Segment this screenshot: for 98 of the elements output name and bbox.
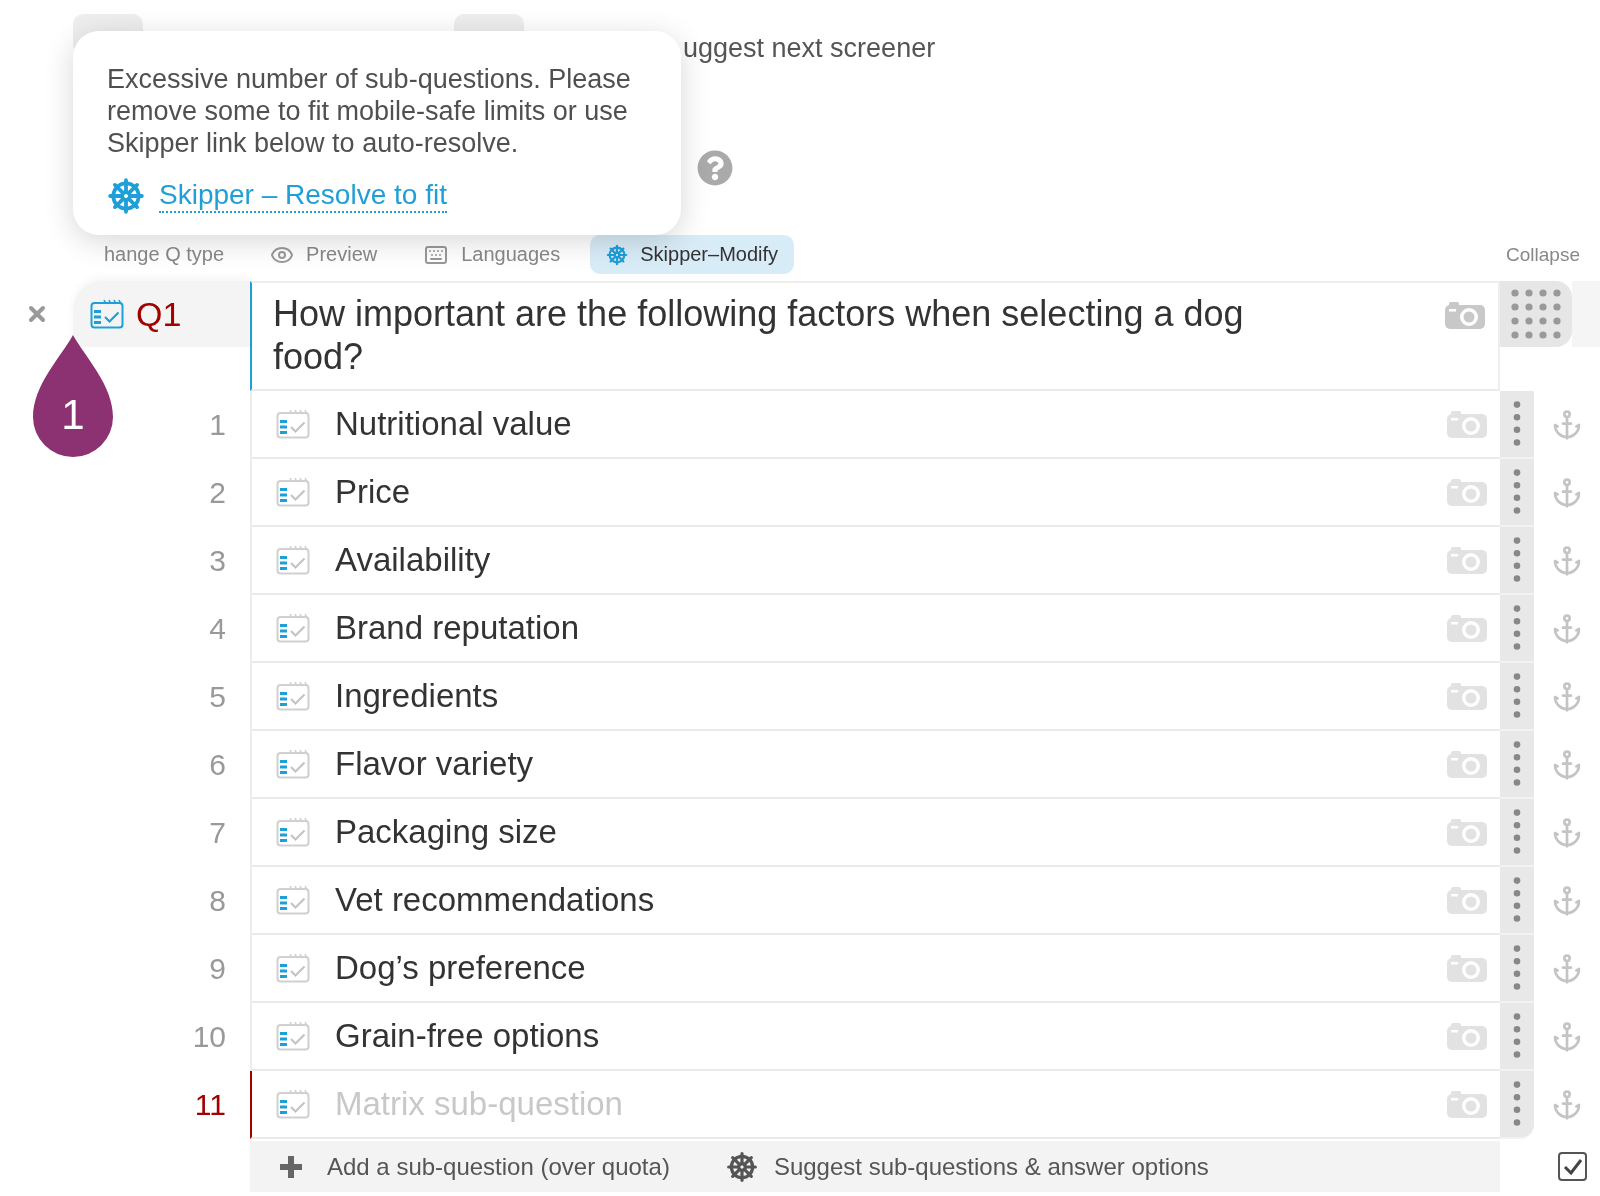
add-sub-question-button[interactable]: Add a sub-question (over quota) [280, 1152, 670, 1181]
anchor-icon[interactable] [1551, 409, 1583, 441]
anchor-icon[interactable] [1551, 817, 1583, 849]
anchor-icon[interactable] [1551, 477, 1583, 509]
drag-handle[interactable] [1500, 935, 1534, 1003]
matrix-row-icon [276, 477, 310, 507]
drag-handle[interactable] [1500, 799, 1534, 867]
sub-question-text: Price [335, 473, 411, 511]
sub-question-row[interactable]: Dog’s preference [250, 935, 1500, 1003]
row-number: 5 [209, 680, 226, 714]
row-number: 9 [209, 952, 226, 986]
toolbar-tab[interactable]: Languages [407, 235, 577, 274]
question-number: Q1 [136, 294, 182, 334]
sub-question-row[interactable]: Price [250, 459, 1500, 527]
drop-badge: 1 [33, 335, 113, 457]
question-text: How important are the following factors when selecting a dog food? [273, 292, 1245, 378]
drag-handle[interactable] [1500, 595, 1534, 663]
drag-handle[interactable] [1500, 731, 1534, 799]
anchor-icon[interactable] [1551, 681, 1583, 713]
help-icon[interactable] [697, 150, 733, 186]
anchor-icon[interactable] [1551, 953, 1583, 985]
sub-question-text: Nutritional value [335, 405, 572, 443]
matrix-row-icon [276, 545, 310, 575]
drag-handle[interactable] [1500, 391, 1534, 459]
drag-handle[interactable] [1500, 1071, 1534, 1139]
row-number: 2 [209, 476, 226, 510]
anchor-icon[interactable] [1551, 749, 1583, 781]
toolbar-tab[interactable]: Preview [254, 235, 394, 274]
sub-question-row[interactable]: Packaging size [250, 799, 1500, 867]
row-number: 10 [192, 1020, 226, 1054]
checkmark-icon [1562, 1157, 1583, 1176]
sub-question-row[interactable]: Vet recommendations [250, 867, 1500, 935]
sub-question-row[interactable]: Ingredients [250, 663, 1500, 731]
row-number: 6 [209, 748, 226, 782]
toolbar-tab[interactable]: hange Q type [88, 235, 241, 274]
camera-icon[interactable] [1445, 302, 1485, 329]
matrix-row-icon [276, 1021, 310, 1051]
sub-question-text: Packaging size [335, 813, 557, 851]
sub-question-text: Availability [335, 541, 491, 579]
row-number: 1 [209, 408, 226, 442]
camera-icon[interactable] [1447, 546, 1487, 574]
tooltip-message: Excessive number of sub-questions. Please remove some to fit mobile-safe limits or use Skipper link below to auto-resolve. [107, 63, 632, 159]
row-number: 3 [209, 544, 226, 578]
camera-icon[interactable] [1447, 886, 1487, 914]
camera-icon[interactable] [1447, 682, 1487, 710]
anchor-icon[interactable] [1551, 1089, 1583, 1121]
drag-handle[interactable] [1500, 1003, 1534, 1071]
camera-icon[interactable] [1447, 1090, 1487, 1118]
sub-question-text: Flavor variety [335, 745, 534, 783]
drag-handle[interactable] [1500, 459, 1534, 527]
sub-question-row[interactable]: Brand reputation [250, 595, 1500, 663]
row-number: 4 [209, 612, 226, 646]
sub-question-row[interactable]: Grain-free options [250, 1003, 1500, 1071]
drag-handle[interactable] [1500, 663, 1534, 731]
row-number: 11 [194, 1088, 226, 1122]
matrix-row-icon [276, 681, 310, 711]
camera-icon[interactable] [1447, 614, 1487, 642]
matrix-row-icon [276, 409, 310, 439]
ship-wheel-icon [107, 177, 145, 215]
suggest-screener-link[interactable]: uggest next screener [683, 33, 936, 63]
anchor-icon[interactable] [1551, 545, 1583, 577]
sub-question-row[interactable]: Nutritional value [250, 391, 1500, 459]
sub-question-row[interactable]: Availability [250, 527, 1500, 595]
ship-wheel-icon [725, 1150, 758, 1183]
anchor-icon[interactable] [1551, 1021, 1583, 1053]
plus-icon [280, 1155, 302, 1178]
matrix-question-icon [90, 299, 124, 329]
camera-icon[interactable] [1447, 1022, 1487, 1050]
matrix-row-icon [276, 1089, 310, 1119]
matrix-row-icon [276, 817, 310, 847]
anchor-icon[interactable] [1551, 613, 1583, 645]
sub-question-text: Grain-free options [335, 1017, 600, 1055]
drag-handle[interactable] [1500, 867, 1534, 935]
matrix-row-icon [276, 613, 310, 643]
row-number: 7 [209, 816, 226, 850]
checkbox[interactable] [1558, 1152, 1587, 1181]
row-number: 8 [209, 884, 226, 918]
matrix-row-icon [276, 885, 310, 915]
drag-handle[interactable] [1500, 281, 1572, 347]
sub-question-text: Dog’s preference [335, 949, 586, 987]
sub-question-text: Vet recommendations [335, 881, 655, 919]
matrix-row-icon [276, 953, 310, 983]
sub-question-row[interactable]: Flavor variety [250, 731, 1500, 799]
sub-question-text: Brand reputation [335, 609, 579, 647]
question-field[interactable]: How important are the following factors when selecting a dog food? [250, 281, 1500, 391]
collapse-button[interactable]: Collapse [1506, 243, 1580, 266]
sub-question-text: Ingredients [335, 677, 499, 715]
camera-icon[interactable] [1447, 750, 1487, 778]
anchor-icon[interactable] [1551, 885, 1583, 917]
camera-icon[interactable] [1447, 818, 1487, 846]
ship-wheel-icon [606, 243, 629, 266]
toolbar-tab[interactable]: Skipper–Modify [590, 235, 795, 274]
matrix-row-icon [276, 749, 310, 779]
suggest-button[interactable]: Suggest sub-questions & answer options [725, 1150, 1209, 1183]
camera-icon[interactable] [1447, 954, 1487, 982]
camera-icon[interactable] [1447, 478, 1487, 506]
camera-icon[interactable] [1447, 410, 1487, 438]
drag-handle[interactable] [1500, 527, 1534, 595]
